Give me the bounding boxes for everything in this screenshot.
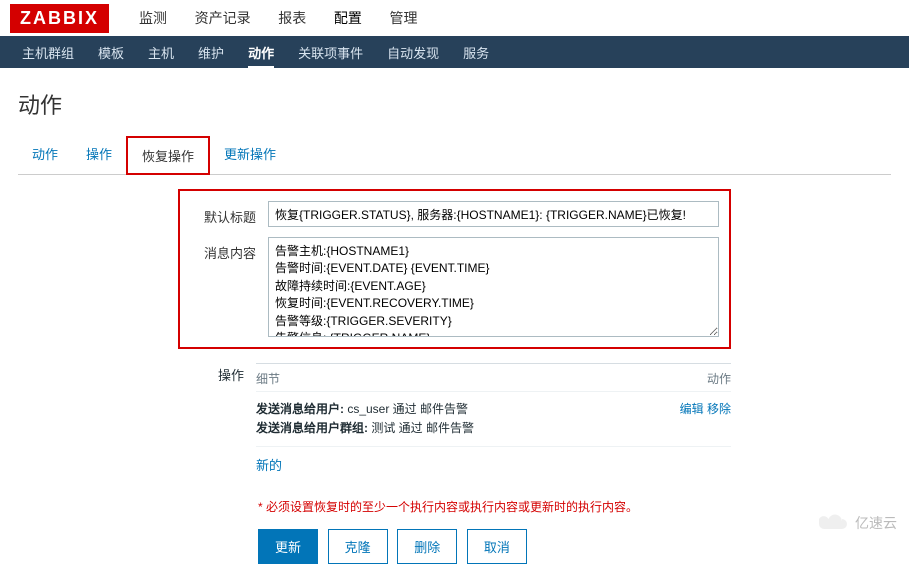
ops-edit-link[interactable]: 编辑	[680, 402, 704, 416]
cloud-icon	[819, 513, 849, 533]
ops-section-label: 操作	[178, 363, 244, 482]
subnav-discovery[interactable]: 自动发现	[387, 36, 439, 69]
update-button[interactable]: 更新	[258, 529, 318, 564]
required-note: 必须设置恢复时的至少一个执行内容或执行内容或更新时的执行内容。	[258, 498, 891, 515]
topnav-inventory[interactable]: 资产记录	[195, 0, 251, 36]
recovery-message-box: 默认标题 消息内容 告警主机:{HOSTNAME1} 告警时间:{EVENT.D…	[178, 189, 731, 349]
subnav-templates[interactable]: 模板	[98, 36, 124, 69]
subject-input[interactable]	[268, 201, 719, 227]
message-textarea[interactable]: 告警主机:{HOSTNAME1} 告警时间:{EVENT.DATE} {EVEN…	[268, 237, 719, 337]
ops-new-link[interactable]: 新的	[256, 458, 282, 473]
page-title: 动作	[18, 88, 891, 120]
tab-operations[interactable]: 操作	[72, 136, 126, 174]
ops-row-1: 发送消息给用户: cs_user 通过 邮件告警 发送消息给用户群组: 测试 通…	[256, 392, 731, 447]
tab-recovery-ops[interactable]: 恢复操作	[126, 136, 210, 175]
ops-remove-link[interactable]: 移除	[707, 402, 731, 416]
watermark: 亿速云	[819, 513, 897, 533]
subnav-maintenance[interactable]: 维护	[198, 36, 224, 69]
ops-line1-prefix: 发送消息给用户:	[256, 402, 344, 416]
delete-button[interactable]: 删除	[397, 529, 457, 564]
message-label: 消息内容	[190, 237, 256, 337]
clone-button[interactable]: 克隆	[328, 529, 388, 564]
ops-col-detail: 细节	[256, 370, 280, 387]
topnav-admin[interactable]: 管理	[390, 0, 418, 36]
top-nav: 监测 资产记录 报表 配置 管理	[127, 0, 430, 36]
tabs: 动作 操作 恢复操作 更新操作	[18, 136, 891, 175]
topnav-reports[interactable]: 报表	[278, 0, 306, 36]
topnav-config[interactable]: 配置	[334, 0, 362, 36]
subject-label: 默认标题	[190, 201, 256, 227]
tab-update-ops[interactable]: 更新操作	[210, 136, 290, 174]
subnav-actions[interactable]: 动作	[248, 36, 274, 69]
ops-line2-prefix: 发送消息给用户群组:	[256, 421, 368, 435]
cancel-button[interactable]: 取消	[467, 529, 527, 564]
subnav-hostgroups[interactable]: 主机群组	[22, 36, 74, 69]
tab-action[interactable]: 动作	[18, 136, 72, 174]
subnav-hosts[interactable]: 主机	[148, 36, 174, 69]
logo: ZABBIX	[10, 4, 109, 33]
subnav-services[interactable]: 服务	[463, 36, 489, 69]
sub-nav: 主机群组 模板 主机 维护 动作 关联项事件 自动发现 服务	[0, 36, 909, 68]
ops-line2-rest: 测试 通过 邮件告警	[368, 421, 474, 435]
topnav-monitor[interactable]: 监测	[139, 0, 167, 36]
ops-line1-rest: cs_user 通过 邮件告警	[344, 402, 468, 416]
ops-col-action: 动作	[707, 370, 731, 387]
